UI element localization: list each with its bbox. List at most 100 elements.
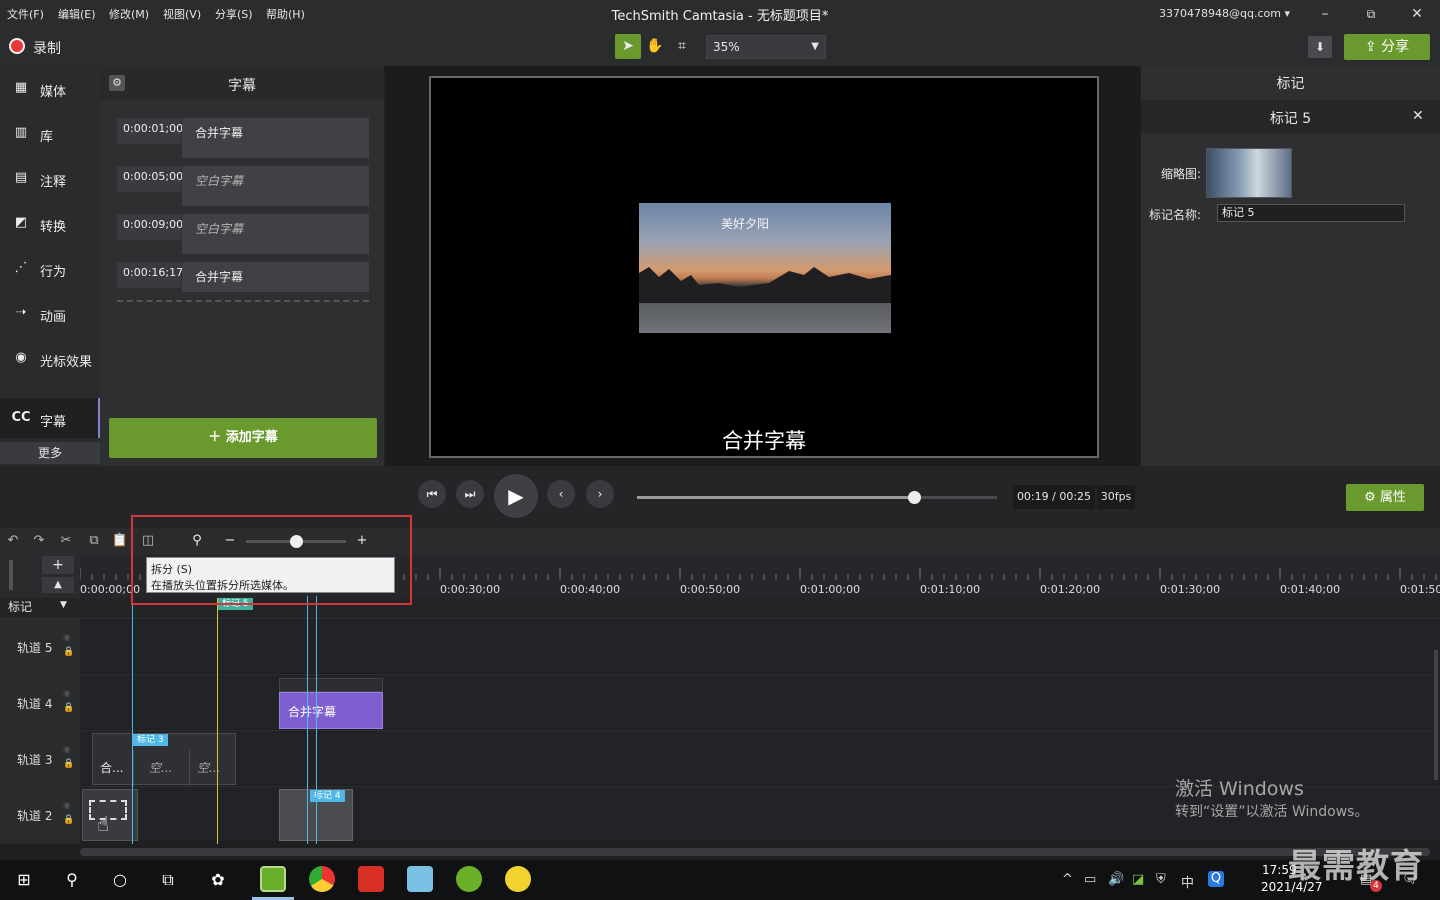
cut-icon[interactable]: ✂ xyxy=(57,532,75,550)
caption-item[interactable]: 0:00:05;00 空白字幕 xyxy=(117,166,369,206)
clip-segment[interactable]: 空... xyxy=(149,759,172,776)
qq-icon[interactable]: Q xyxy=(1208,871,1224,887)
add-caption-button[interactable]: ＋ 添加字幕 xyxy=(109,418,377,458)
sidebar-item-behaviors[interactable]: ⋰ 行为 xyxy=(0,248,100,288)
chevron-up-icon[interactable]: ^ xyxy=(1062,872,1073,887)
step-back-button[interactable]: ⏮ xyxy=(418,480,446,508)
yellow-app-icon[interactable] xyxy=(505,866,531,892)
ruler-label: 0:01:40;00 xyxy=(1280,583,1341,596)
minimize-button[interactable]: – xyxy=(1313,4,1337,24)
next-button[interactable]: › xyxy=(586,480,614,508)
menu-edit[interactable]: 编辑(E) xyxy=(58,6,96,22)
sidebar-item-annotations[interactable]: ▤ 注释 xyxy=(0,158,100,198)
crop-tool-button[interactable]: ⌗ xyxy=(669,34,695,59)
caption-text[interactable]: 合并字幕 xyxy=(182,262,369,292)
sidebar-item-cursor-effects[interactable]: ◉ 光标效果 xyxy=(0,338,100,378)
eye-icon[interactable]: ◉ 🔒 xyxy=(63,631,74,661)
previous-button[interactable]: ‹ xyxy=(547,480,575,508)
task-view-icon[interactable]: ⧉ xyxy=(154,868,182,892)
cursor-clip[interactable]: ☝ xyxy=(82,789,138,841)
caption-time[interactable]: 0:00:01;00 xyxy=(117,118,183,144)
notes-app-icon[interactable] xyxy=(407,866,433,892)
close-icon[interactable]: ✕ xyxy=(1412,108,1424,124)
caption-time[interactable]: 0:00:05;00 xyxy=(117,166,183,192)
windows-start-icon[interactable]: ⊞ xyxy=(10,868,38,892)
menu-share[interactable]: 分享(S) xyxy=(215,6,253,22)
menu-modify[interactable]: 修改(M) xyxy=(109,6,149,22)
track-name[interactable]: 轨道 4 xyxy=(17,695,52,712)
caption-time[interactable]: 0:00:09;00 xyxy=(117,214,183,240)
copy-icon[interactable]: ⧉ xyxy=(85,532,103,550)
caption-clip[interactable]: 合并字幕 xyxy=(279,692,383,729)
eye-icon[interactable]: ◉ 🔒 xyxy=(63,799,74,829)
preview-canvas[interactable]: 美好夕阳 合并字幕 xyxy=(429,76,1099,458)
account-menu[interactable]: 3370478948@qq.com ▾ xyxy=(1159,7,1290,20)
wps-app-icon[interactable] xyxy=(358,866,384,892)
ime-indicator[interactable]: 中 xyxy=(1181,872,1194,891)
undo-icon[interactable]: ↶ xyxy=(4,532,22,550)
step-forward-button[interactable]: ⏭ xyxy=(456,480,484,508)
scrollbar-thumb[interactable] xyxy=(80,848,1430,856)
sidebar-item-animations[interactable]: ➝ 动画 xyxy=(0,293,100,333)
menu-help[interactable]: 帮助(H) xyxy=(266,6,305,22)
redo-icon[interactable]: ↷ xyxy=(30,532,48,550)
more-button[interactable]: 更多 xyxy=(0,442,100,464)
track-name[interactable]: 轨道 3 xyxy=(17,751,52,768)
paste-icon[interactable]: 📋 xyxy=(111,532,129,550)
share-button[interactable]: ⇪ 分享 xyxy=(1344,34,1430,60)
scrubber-handle[interactable] xyxy=(908,491,922,504)
eye-icon[interactable]: ◉ 🔒 xyxy=(63,687,74,717)
add-track-button[interactable]: + xyxy=(42,556,74,574)
marker-name-input[interactable]: 标记 5 xyxy=(1217,204,1405,222)
marker-flag[interactable]: 标记 3 xyxy=(133,734,168,746)
caption-text[interactable]: 空白字幕 xyxy=(182,214,369,254)
green-app-icon[interactable] xyxy=(456,866,482,892)
caption-time[interactable]: 0:00:16;17 xyxy=(117,262,183,288)
caption-text[interactable]: 合并字幕 xyxy=(182,118,369,158)
volume-icon[interactable]: 🔊 xyxy=(1108,872,1124,887)
security-icon[interactable]: ⛨ xyxy=(1156,872,1166,887)
menu-file[interactable]: 文件(F) xyxy=(7,6,44,22)
sidebar-item-label: 光标效果 xyxy=(40,355,93,370)
playhead-line[interactable] xyxy=(316,596,317,844)
menu-view[interactable]: 视图(V) xyxy=(163,6,201,22)
caption-item[interactable]: 0:00:01;00 合并字幕 xyxy=(117,118,369,158)
caption-text[interactable]: 空白字幕 xyxy=(182,166,369,206)
zoom-select[interactable]: 35% ▼ xyxy=(706,35,826,59)
track-name[interactable]: 轨道 5 xyxy=(17,639,52,656)
caption-item[interactable]: 0:00:16;17 合并字幕 xyxy=(117,262,369,292)
playback-scrubber[interactable] xyxy=(637,491,997,504)
track-name[interactable]: 轨道 2 xyxy=(17,807,52,824)
sidebar-item-library[interactable]: ▥ 库 xyxy=(0,113,100,153)
sidebar-item-label: 动画 xyxy=(40,310,67,325)
properties-panel: 标记 标记 5 ✕ 缩略图: 标记名称: 标记 5 xyxy=(1141,66,1440,466)
collapse-button[interactable]: ▲ xyxy=(42,577,74,593)
chrome-app-icon[interactable] xyxy=(309,866,335,892)
restore-button[interactable]: ⧉ xyxy=(1359,4,1383,24)
app-launcher-icon[interactable]: ✿ xyxy=(204,868,232,892)
chevron-down-icon[interactable]: ▼ xyxy=(60,600,67,610)
sidebar-item-transitions[interactable]: ◩ 转换 xyxy=(0,203,100,243)
select-tool-button[interactable]: ➤ xyxy=(615,34,641,59)
ruler-label: 0:00:30;00 xyxy=(440,583,501,596)
caption-item[interactable]: 0:00:09;00 空白字幕 xyxy=(117,214,369,254)
vertical-scrollbar[interactable] xyxy=(1434,650,1438,780)
close-window-button[interactable]: ✕ xyxy=(1405,4,1429,24)
download-button[interactable]: ⬇ xyxy=(1308,36,1332,58)
timeline-scrollbar[interactable] xyxy=(80,844,1440,860)
eye-icon[interactable]: ◉ 🔒 xyxy=(63,743,74,773)
nvidia-icon[interactable]: ◪ xyxy=(1132,872,1144,887)
pan-tool-button[interactable]: ✋ xyxy=(642,34,668,59)
clip-segment[interactable]: 合... xyxy=(100,759,123,776)
search-icon[interactable]: ⚲ xyxy=(58,868,86,892)
network-icon[interactable]: ▭ xyxy=(1084,872,1096,887)
playhead-line[interactable] xyxy=(307,596,308,844)
play-button[interactable]: ▶ xyxy=(494,474,538,518)
video-frame-image[interactable]: 美好夕阳 xyxy=(639,203,891,333)
camtasia-app-icon[interactable] xyxy=(260,866,286,892)
sidebar-item-media[interactable]: ▦ 媒体 xyxy=(0,68,100,108)
sidebar-item-captions[interactable]: CC 字幕 xyxy=(0,398,100,438)
track-height-slider[interactable] xyxy=(9,560,13,590)
cortana-icon[interactable]: ○ xyxy=(106,868,134,892)
properties-button[interactable]: ⚙ 属性 xyxy=(1346,484,1424,511)
